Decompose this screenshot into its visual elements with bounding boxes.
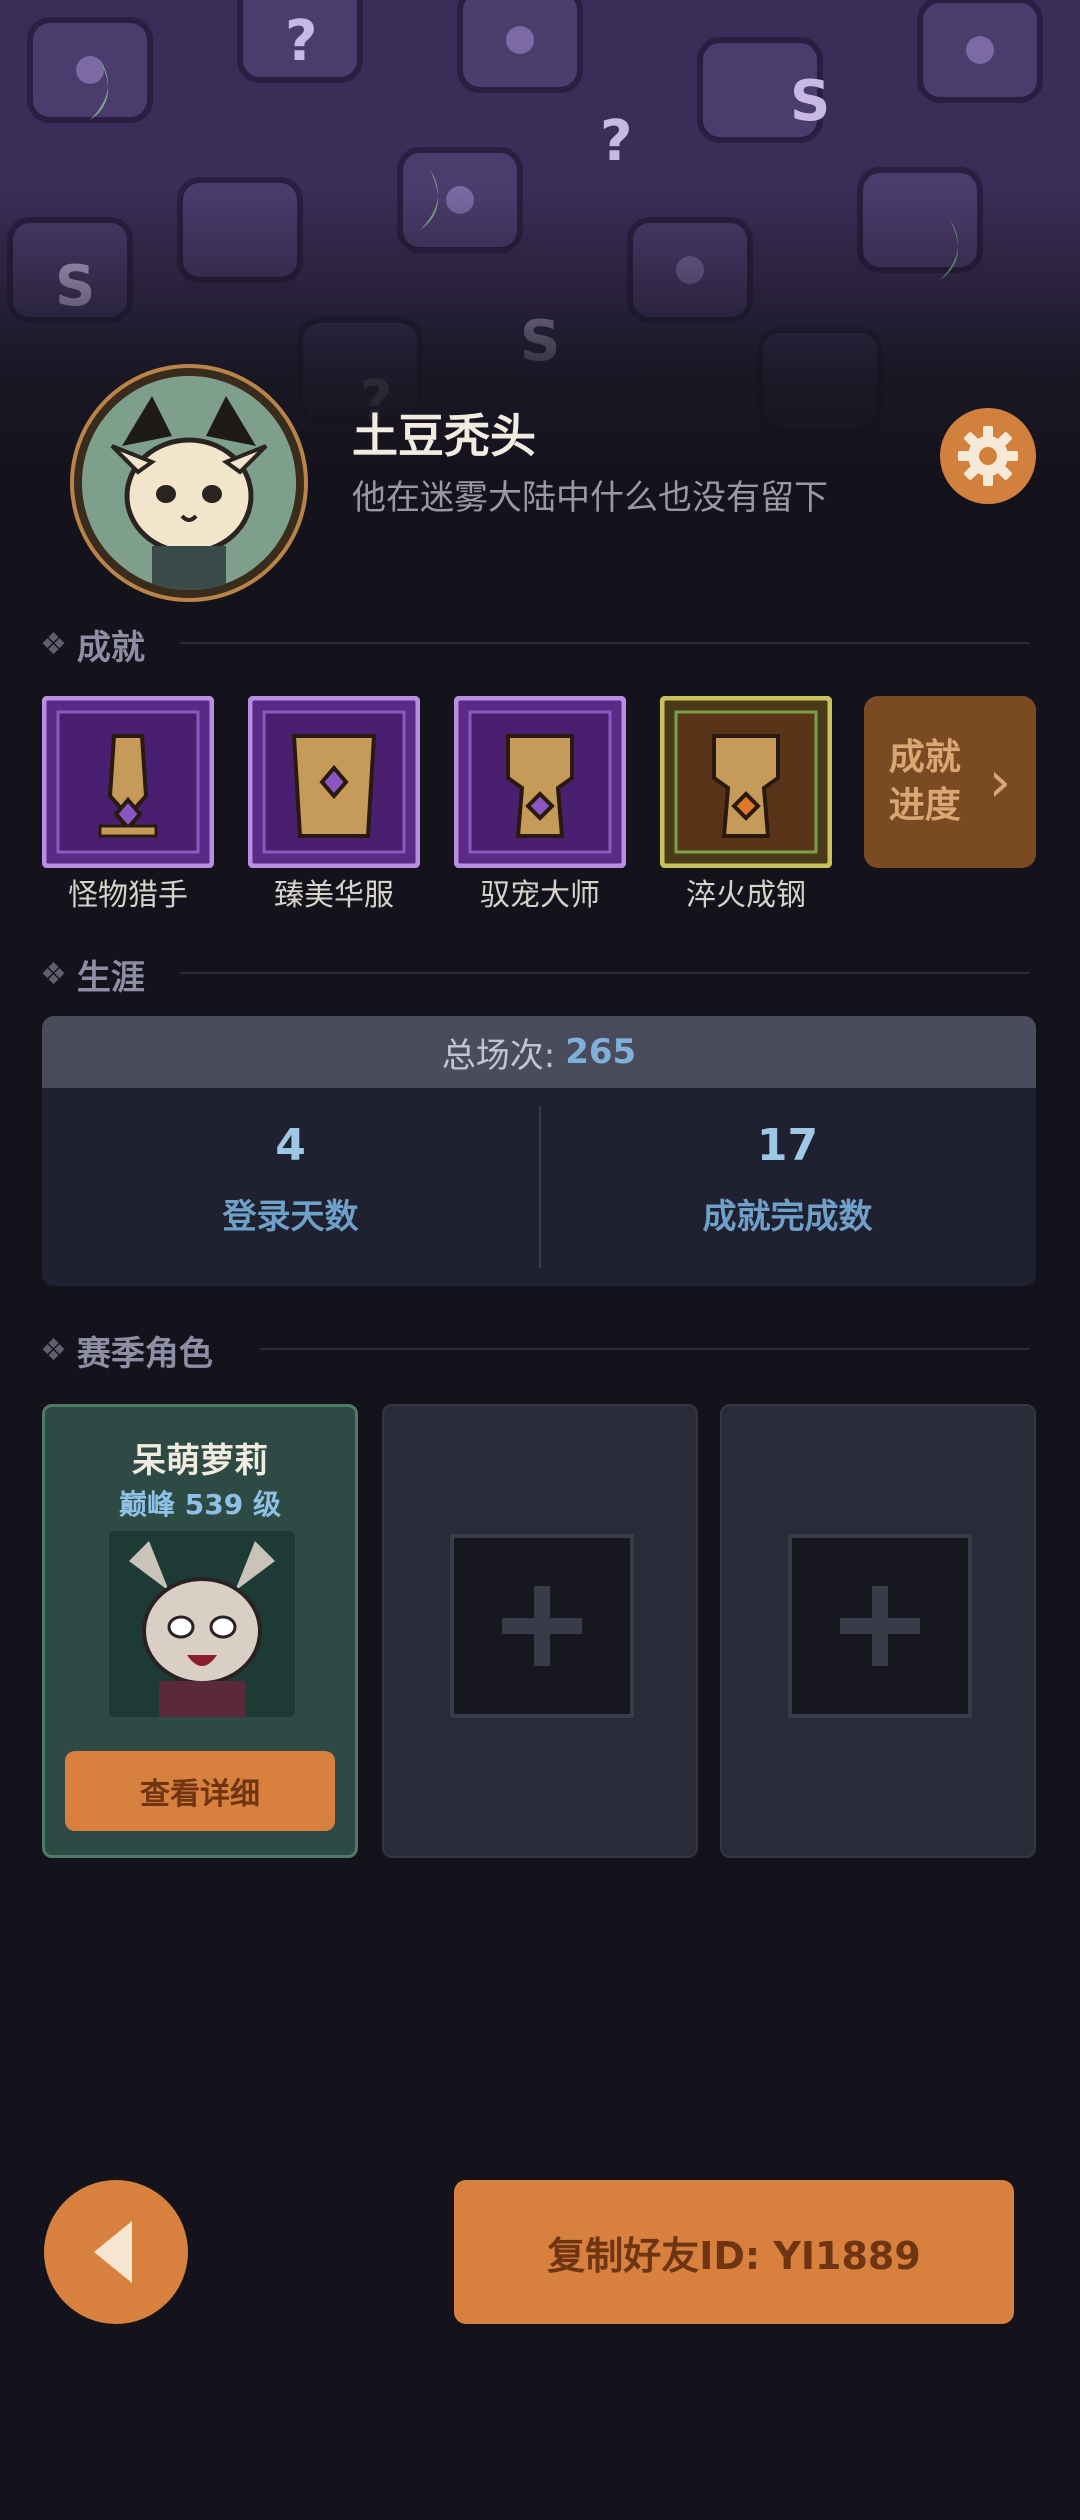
settings-button[interactable] [940,408,1036,504]
diamond-icon: ❖ [40,627,67,662]
achievement-tempered-steel[interactable] [659,695,833,869]
avatar[interactable] [82,376,296,590]
achievement-label: 淬火成钢 [686,878,806,913]
role-card[interactable]: 呆萌萝莉 巅峰 539 级 查看详细 [42,1404,358,1858]
total-matches-value: 265 [565,1032,637,1072]
plus-icon [840,1586,920,1666]
empty-role-slot[interactable] [720,1404,1036,1858]
diamond-icon: ❖ [40,957,67,992]
section-season-roles: ❖ 赛季角色 [40,1326,213,1375]
add-role-slot[interactable] [450,1534,634,1718]
section-achievements-label: 成就 [76,628,145,668]
total-matches: 总场次: 265 [42,1016,1036,1088]
empty-role-slot[interactable] [382,1404,698,1858]
fist-icon [453,695,627,869]
achievement-monster-hunter[interactable] [41,695,215,869]
section-season-roles-label: 赛季角色 [76,1334,213,1374]
chevron-right-icon: › [988,749,1012,815]
achievement-progress-button[interactable]: 成就进度 › [864,696,1036,868]
section-divider [260,1348,1030,1350]
role-level: 巅峰 539 级 [119,1488,281,1521]
avatar-cat-icon [82,376,296,590]
fist-icon [659,695,833,869]
achievement-label: 怪物猎手 [68,878,188,913]
achievement-pet-master[interactable] [453,695,627,869]
achievement-label: 臻美华服 [274,878,394,913]
achievements-done-stat: 17 成就完成数 [539,1088,1036,1286]
armor-icon [247,695,421,869]
achievements-done-value: 17 [756,1120,819,1171]
diamond-icon: ❖ [40,1333,67,1368]
sword-shield-icon [41,695,215,869]
player-name: 土豆秃头 [352,409,536,463]
role-portrait-icon [109,1531,295,1717]
copy-friend-id-button[interactable]: 复制好友ID: YI1889 [454,2180,1014,2324]
achievement-label: 驭宠大师 [480,878,600,913]
plus-icon [502,1586,582,1666]
login-days-value: 4 [275,1120,306,1171]
section-career-label: 生涯 [76,958,145,998]
role-portrait [109,1531,295,1717]
section-divider [180,972,1030,974]
gear-icon [958,426,1018,486]
achievement-fine-costume[interactable] [247,695,421,869]
add-role-slot[interactable] [788,1534,972,1718]
achievements-done-label: 成就完成数 [702,1197,873,1237]
career-card: 总场次: 265 4 登录天数 17 成就完成数 [42,1016,1036,1286]
back-arrow-icon [94,2221,132,2283]
section-career: ❖ 生涯 [40,950,145,999]
login-days-stat: 4 登录天数 [42,1088,539,1286]
player-motto: 他在迷雾大陆中什么也没有留下 [352,478,828,518]
role-name: 呆萌萝莉 [132,1441,268,1481]
back-button[interactable] [44,2180,188,2324]
login-days-label: 登录天数 [222,1197,359,1237]
view-details-button[interactable]: 查看详细 [65,1751,335,1831]
achievement-progress-label: 成就进度 [888,737,961,826]
total-matches-label: 总场次: [441,1035,556,1076]
section-divider [180,642,1030,644]
section-achievements: ❖ 成就 [40,620,145,669]
